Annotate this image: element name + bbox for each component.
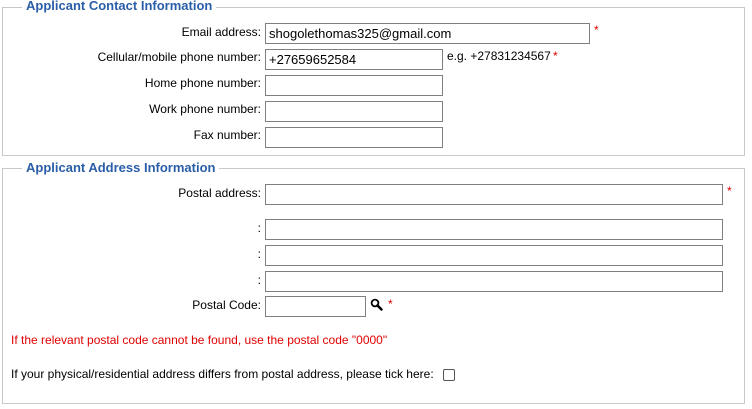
cell-phone-hint: e.g. +27831234567 (447, 49, 551, 63)
email-field[interactable] (265, 23, 590, 44)
postal-address-line-4[interactable] (265, 271, 723, 292)
postal-address-label: Postal address: (178, 186, 261, 200)
physical-address-differs-label: If your physical/residential address dif… (11, 367, 434, 381)
email-label: Email address: (181, 25, 261, 39)
fax-label: Fax number: (193, 128, 261, 142)
postal-address-line-3[interactable] (265, 245, 723, 266)
postal-address-required-mark: * (727, 184, 732, 198)
address-section-legend: Applicant Address Information (22, 160, 220, 176)
postal-code-warning: If the relevant postal code cannot be fo… (11, 333, 388, 347)
fax-field[interactable] (265, 127, 443, 148)
work-phone-label: Work phone number: (149, 102, 261, 116)
postal-address-line-1[interactable] (265, 184, 723, 205)
postal-address-line-4-label: : (257, 273, 261, 287)
postal-address-line-2-label: : (257, 221, 261, 235)
postal-address-line-3-label: : (257, 247, 261, 261)
magnifier-icon[interactable] (370, 298, 384, 312)
cell-phone-label: Cellular/mobile phone number: (97, 50, 261, 64)
email-required-mark: * (594, 23, 599, 37)
postal-code-field[interactable] (265, 296, 366, 317)
cell-phone-required-mark: * (553, 49, 558, 63)
postal-address-line-2[interactable] (265, 219, 723, 240)
postal-code-label: Postal Code: (192, 298, 261, 312)
contact-section-legend: Applicant Contact Information (22, 0, 217, 14)
postal-code-required-mark: * (388, 297, 393, 311)
home-phone-label: Home phone number: (144, 76, 261, 90)
physical-address-differs-checkbox[interactable] (443, 369, 455, 381)
work-phone-field[interactable] (265, 101, 443, 122)
home-phone-field[interactable] (265, 75, 443, 96)
cell-phone-field[interactable] (265, 49, 443, 70)
